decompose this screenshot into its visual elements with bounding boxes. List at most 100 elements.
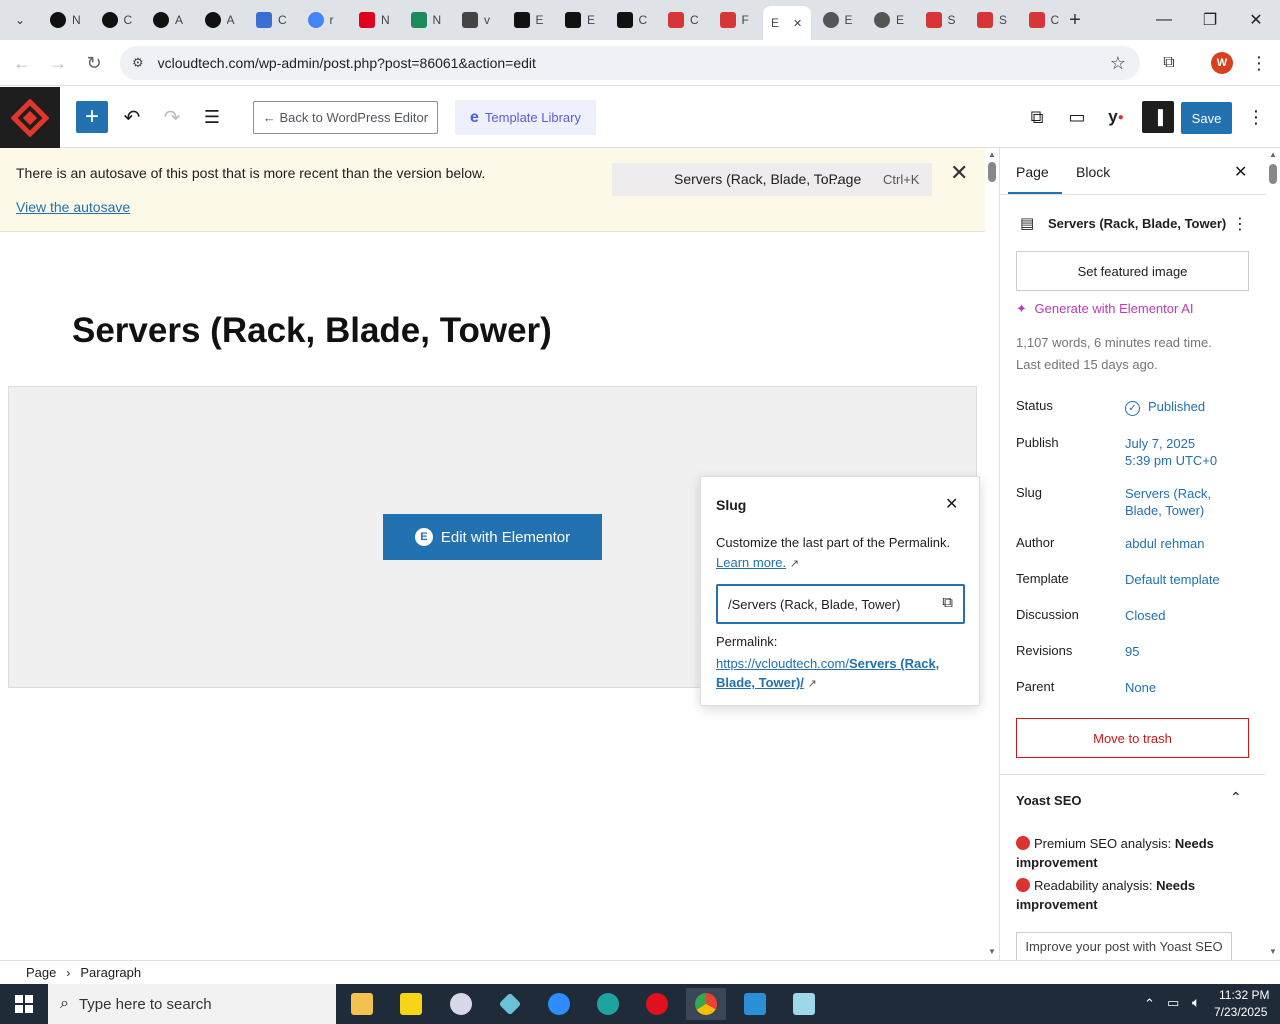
edge-icon[interactable]	[588, 988, 628, 1020]
setting-value-button[interactable]: 95	[1125, 643, 1245, 660]
page-actions-icon[interactable]: ⋮	[1232, 214, 1248, 234]
scroll-thumb[interactable]	[988, 162, 996, 182]
browser-tab[interactable]: C	[660, 6, 710, 34]
canvas-scrollbar[interactable]: ▲ ▼	[985, 148, 999, 960]
preview-icon[interactable]: ▭	[1065, 103, 1089, 131]
yoast-panel-heading[interactable]: Yoast SEO	[1016, 793, 1082, 808]
windows-start-icon[interactable]	[4, 988, 44, 1020]
chevron-up-icon[interactable]: ⌃	[1230, 789, 1242, 806]
close-tab-icon[interactable]: ✕	[793, 17, 802, 30]
browser-tab[interactable]: r	[300, 6, 350, 34]
close-sidebar-icon[interactable]: ✕	[1234, 162, 1247, 182]
sidebar-scrollbar[interactable]: ▲ ▼	[1266, 148, 1280, 960]
browser-tab[interactable]: A	[197, 6, 247, 34]
copy-icon[interactable]: ⧉	[942, 594, 953, 611]
network-icon[interactable]: ▭	[1167, 995, 1179, 1011]
extensions-icon[interactable]: ⧉	[1155, 50, 1183, 76]
minimize-button[interactable]: —	[1144, 8, 1184, 32]
back-to-wordpress-editor-button[interactable]: ← Back to WordPress Editor	[253, 101, 438, 134]
browser-tab[interactable]: N	[403, 6, 453, 34]
readability-analysis[interactable]: Readability analysis: Needs improvement	[1016, 876, 1246, 914]
tab-page[interactable]: Page	[1016, 164, 1049, 180]
settings-sidebar-toggle-icon[interactable]: ▐	[1142, 101, 1174, 133]
scroll-up-icon[interactable]: ▲	[988, 150, 996, 159]
view-autosave-link[interactable]: View the autosave	[16, 199, 130, 215]
browser-tab[interactable]: E	[506, 6, 556, 34]
browser-menu-icon[interactable]: ⋮	[1245, 50, 1273, 76]
view-page-icon[interactable]: ⧉	[1025, 103, 1049, 131]
volume-icon[interactable]: 🔈︎	[1192, 994, 1200, 1011]
improve-with-yoast-button[interactable]: Improve your post with Yoast SEO	[1016, 932, 1232, 960]
options-menu-icon[interactable]: ⋮	[1246, 103, 1266, 131]
clock-time[interactable]: 11:32 PM	[1219, 988, 1269, 1002]
notepad-icon[interactable]	[784, 988, 824, 1020]
permalink-link[interactable]: https://vcloudtech.com/Servers (Rack, Bl…	[716, 656, 939, 690]
forward-arrow-icon[interactable]: →	[44, 50, 72, 76]
yoast-icon[interactable]: y ●	[1102, 103, 1130, 131]
scroll-up-icon[interactable]: ▲	[1269, 150, 1277, 159]
undo-icon[interactable]: ↶	[120, 103, 144, 131]
browser-tab[interactable]: E	[557, 6, 607, 34]
restore-button[interactable]: ❐	[1190, 8, 1230, 32]
command-palette-bar[interactable]: Servers (Rack, Blade, To... · Page Ctrl+…	[612, 163, 932, 196]
learn-more-link[interactable]: Learn more.	[716, 555, 786, 570]
browser-tab[interactable]: E	[866, 6, 916, 34]
chrome-icon[interactable]	[686, 988, 726, 1020]
scroll-down-icon[interactable]: ▼	[1269, 947, 1277, 956]
setting-value-button[interactable]: Servers (Rack, Blade, Tower)	[1125, 485, 1245, 519]
browser-tab[interactable]: C	[609, 6, 659, 34]
setting-value-button[interactable]: ✓ Published	[1125, 398, 1245, 416]
browser-tab[interactable]: C	[248, 6, 298, 34]
bookmark-star-icon[interactable]: ☆	[1104, 50, 1132, 76]
redo-icon[interactable]: ↷	[160, 103, 184, 131]
app-diamond-icon[interactable]	[490, 988, 530, 1020]
snipping-tool-icon[interactable]	[441, 988, 481, 1020]
browser-tab[interactable]: E ✕	[763, 6, 811, 40]
tab-search-button[interactable]: ⌄	[8, 8, 32, 32]
profile-avatar[interactable]: W	[1211, 52, 1233, 74]
clock-date[interactable]: 7/23/2025	[1214, 1005, 1267, 1019]
page-title[interactable]: Servers (Rack, Blade, Tower)	[72, 311, 552, 351]
browser-tab[interactable]: v	[454, 6, 504, 34]
browser-tab[interactable]: E	[815, 6, 865, 34]
new-tab-button[interactable]: +	[1062, 8, 1088, 32]
template-library-button[interactable]: e Template Library	[455, 100, 596, 135]
elementor-ai-link[interactable]: ✦ Generate with Elementor AI	[1016, 301, 1194, 317]
breadcrumb-paragraph[interactable]: Paragraph	[80, 965, 141, 980]
setting-value-button[interactable]: abdul rehman	[1125, 535, 1245, 552]
opera-icon[interactable]	[637, 988, 677, 1020]
move-to-trash-button[interactable]: Move to trash	[1016, 718, 1249, 758]
setting-value-button[interactable]: July 7, 2025 5:39 pm UTC+0	[1125, 435, 1245, 469]
show-hidden-icons[interactable]: ⌃	[1144, 996, 1155, 1012]
setting-value-button[interactable]: Default template	[1125, 571, 1245, 588]
browser-tab[interactable]: F	[712, 6, 762, 34]
browser-tab[interactable]: S	[918, 6, 968, 34]
set-featured-image-button[interactable]: Set featured image	[1016, 251, 1249, 291]
browser-tab[interactable]: N	[351, 6, 401, 34]
edit-with-elementor-button[interactable]: E Edit with Elementor	[383, 514, 602, 560]
browser-tab[interactable]: S	[969, 6, 1019, 34]
browser-tab[interactable]: N	[42, 6, 92, 34]
browser-tab[interactable]: C	[94, 6, 144, 34]
save-button[interactable]: Save	[1181, 102, 1232, 134]
close-window-button[interactable]: ✕	[1236, 8, 1276, 32]
tab-block[interactable]: Block	[1076, 164, 1110, 180]
zoom-icon[interactable]	[539, 988, 579, 1020]
add-block-button[interactable]: +	[76, 101, 108, 133]
close-notice-icon[interactable]: ✕	[950, 160, 968, 186]
setting-value-button[interactable]: None	[1125, 679, 1245, 696]
scroll-down-icon[interactable]: ▼	[988, 947, 996, 956]
site-info-icon[interactable]: ⚙	[132, 55, 144, 71]
site-logo-icon[interactable]	[0, 87, 60, 148]
reload-icon[interactable]: ↻	[80, 50, 108, 76]
seo-analysis[interactable]: Premium SEO analysis: Needs improvement	[1016, 834, 1246, 872]
setting-value-button[interactable]: Closed	[1125, 607, 1245, 624]
close-popover-icon[interactable]: ✕	[945, 494, 958, 514]
file-explorer-icon[interactable]	[342, 988, 382, 1020]
document-overview-icon[interactable]: ☰	[200, 103, 224, 131]
vscode-icon[interactable]	[735, 988, 775, 1020]
sticky-notes-icon[interactable]	[391, 988, 431, 1020]
breadcrumb-page[interactable]: Page	[26, 965, 56, 980]
address-bar[interactable]: ⚙ vcloudtech.com/wp-admin/post.php?post=…	[120, 46, 1140, 80]
taskbar-search[interactable]: ⌕ Type here to search	[48, 984, 336, 1024]
